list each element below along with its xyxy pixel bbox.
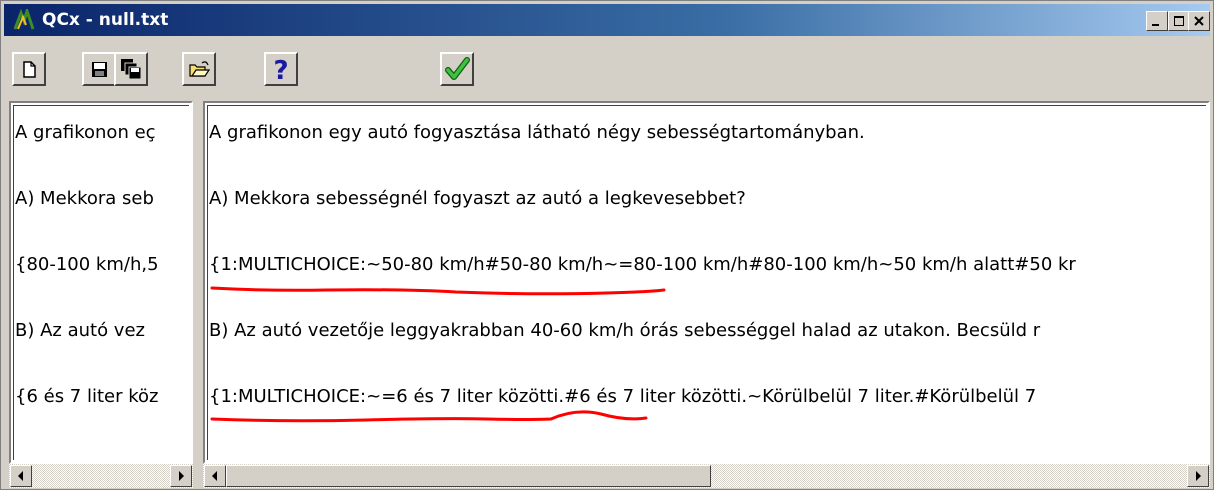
left-line-1: A grafikonon eç	[15, 122, 156, 143]
green-checkmark-icon	[445, 57, 470, 80]
right-horizontal-scrollbar[interactable]	[203, 464, 1210, 488]
title-bar[interactable]: QCx - null.txt	[4, 4, 1210, 36]
close-button[interactable]	[1188, 11, 1210, 31]
app-icon	[13, 9, 35, 30]
right-line-3: {1:MULTICHOICE:~50-80 km/h#50-80 km/h~=8…	[209, 254, 1076, 275]
save-all-button[interactable]	[114, 52, 148, 86]
app-window: QCx - null.txt ? A grafikonon eç A) Mekk…	[0, 0, 1214, 490]
new-document-icon	[23, 61, 36, 78]
right-line-1: A grafikonon egy autó fogyasztása láthat…	[209, 122, 865, 143]
new-button[interactable]	[12, 52, 46, 86]
left-line-5: {6 és 7 liter köz	[15, 386, 159, 407]
right-line-4: B) Az autó vezetője leggyakrabban 40-60 …	[209, 320, 1041, 341]
close-icon	[1194, 16, 1204, 26]
right-scroll-right-button[interactable]	[1187, 465, 1209, 487]
check-button[interactable]	[440, 52, 474, 86]
arrow-left-icon	[212, 471, 217, 481]
left-line-2: A) Mekkora seb	[15, 188, 154, 209]
right-scroll-thumb[interactable]	[226, 465, 711, 487]
maximize-button[interactable]	[1168, 11, 1190, 31]
red-underline-1	[210, 286, 666, 296]
left-text-area[interactable]: A grafikonon eç A) Mekkora seb {80-100 k…	[13, 105, 189, 460]
arrow-left-icon	[18, 471, 23, 481]
left-scroll-track[interactable]	[9, 464, 193, 488]
floppy-disk-icon	[92, 62, 107, 77]
left-line-3: {80-100 km/h,5	[15, 254, 159, 275]
open-folder-icon	[189, 61, 211, 77]
help-button[interactable]: ?	[264, 52, 298, 86]
open-button[interactable]	[182, 52, 216, 86]
right-line-2: A) Mekkora sebességnél fogyaszt az autó …	[209, 188, 746, 209]
arrow-right-icon	[1196, 471, 1201, 481]
minimize-button[interactable]	[1146, 11, 1168, 31]
question-mark-icon: ?	[273, 56, 288, 84]
left-line-4: B) Az autó vez	[15, 320, 145, 341]
left-editor-pane[interactable]: A grafikonon eç A) Mekkora seb {80-100 k…	[9, 101, 193, 464]
left-scroll-left-button[interactable]	[10, 465, 32, 487]
right-scroll-left-button[interactable]	[204, 465, 226, 487]
save-button[interactable]	[82, 52, 116, 86]
left-horizontal-scrollbar[interactable]	[9, 464, 193, 488]
red-underline-2	[210, 410, 648, 423]
minimize-icon	[1152, 24, 1159, 26]
svg-text:?: ?	[273, 56, 288, 84]
maximize-icon	[1174, 16, 1184, 26]
multiple-floppy-icon	[121, 59, 142, 80]
window-title: QCx - null.txt	[42, 10, 169, 30]
left-scroll-right-button[interactable]	[170, 465, 192, 487]
toolbar: ?	[4, 41, 1210, 95]
arrow-right-icon	[179, 471, 184, 481]
